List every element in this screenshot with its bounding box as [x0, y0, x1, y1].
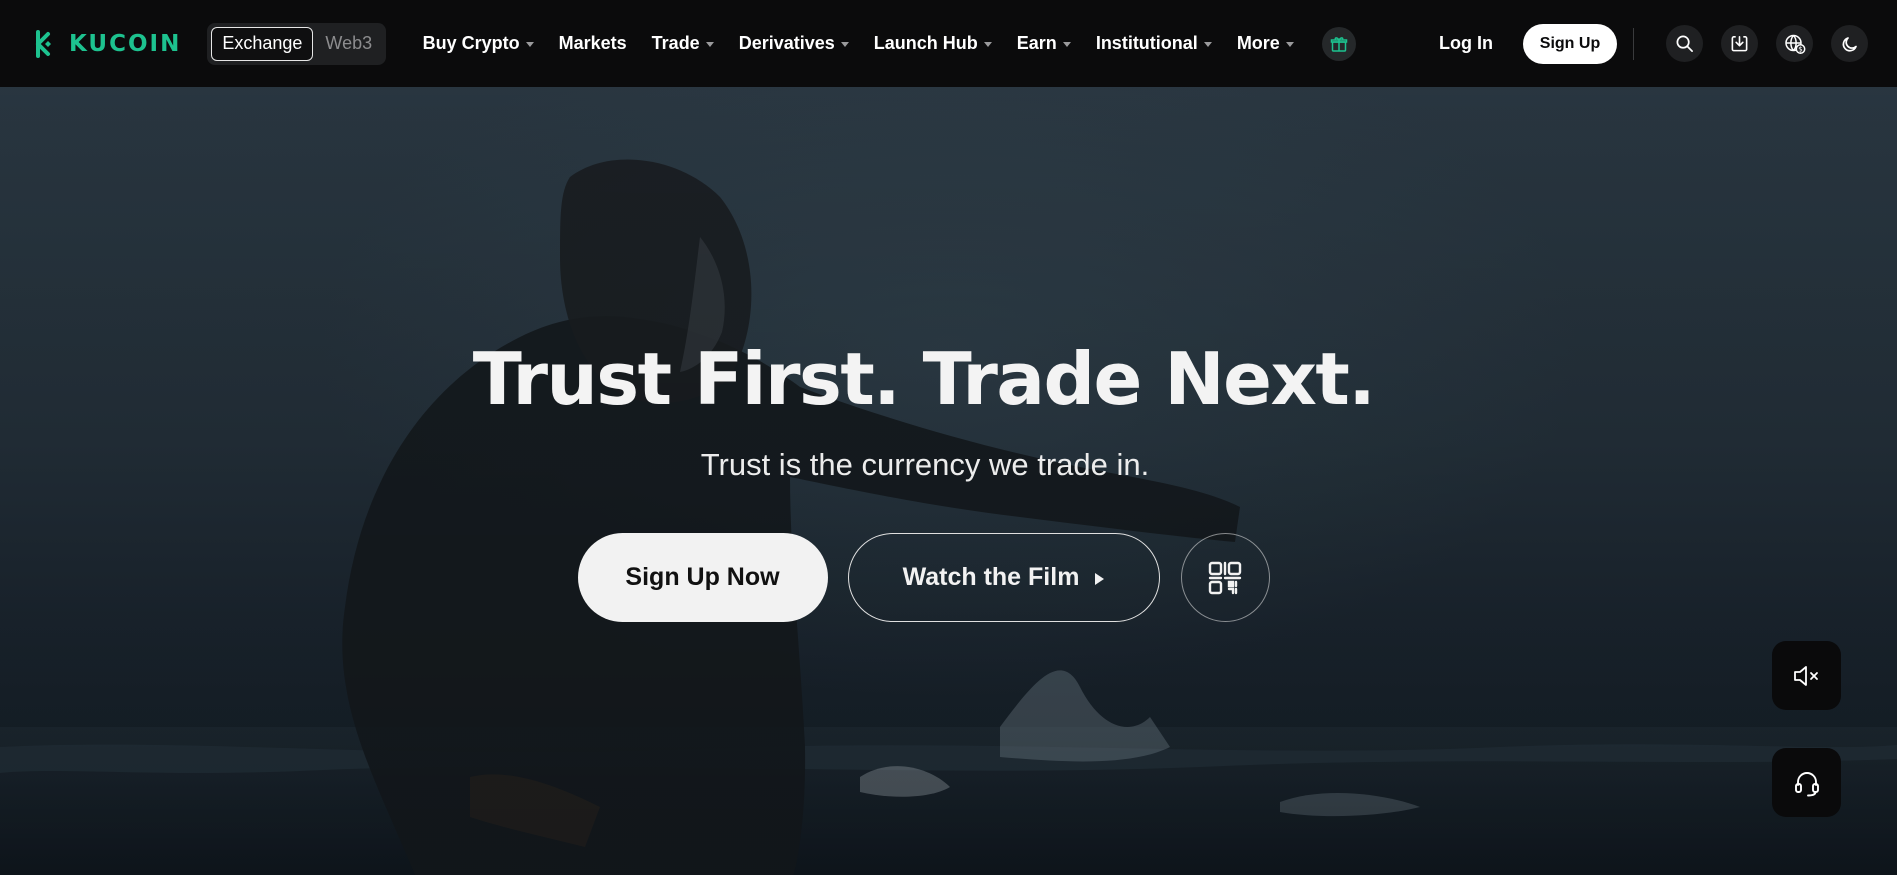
nav-trade[interactable]: Trade: [639, 0, 726, 87]
qr-code-icon: [1208, 561, 1242, 594]
mode-web3[interactable]: Web3: [315, 27, 382, 61]
nav-institutional[interactable]: Institutional: [1083, 0, 1224, 87]
nav-more[interactable]: More: [1224, 0, 1306, 87]
hero-content: Trust First. Trade Next. Trust is the cu…: [0, 337, 1897, 622]
nav-label: Markets: [558, 33, 627, 53]
download-icon: [1731, 36, 1748, 52]
nav-label: Derivatives: [738, 33, 835, 53]
moon-icon: [1842, 36, 1857, 52]
nav-buy-crypto[interactable]: Buy Crypto: [410, 0, 546, 87]
sign-up-now-button[interactable]: Sign Up Now: [577, 533, 828, 622]
nav-label: Trade: [651, 33, 700, 53]
theme-toggle-button[interactable]: [1831, 25, 1868, 62]
nav-divider: [1633, 27, 1634, 60]
main-nav: Buy Crypto Markets Trade Derivatives Lau…: [410, 0, 1357, 87]
chevron-down-icon: [840, 42, 849, 47]
watch-film-button[interactable]: Watch the Film: [847, 533, 1160, 622]
nav-label: Buy Crypto: [422, 33, 520, 53]
nav-label: Launch Hub: [873, 33, 978, 53]
nav-markets[interactable]: Markets: [546, 0, 639, 87]
exchange-web3-switch: Exchange Web3: [207, 22, 387, 65]
hero-actions: Sign Up Now Watch the Film: [577, 533, 1270, 622]
chevron-down-icon: [1203, 42, 1212, 47]
kucoin-logo-icon: [36, 29, 51, 58]
nav-label: Institutional: [1095, 33, 1198, 53]
nav-derivatives[interactable]: Derivatives: [726, 0, 861, 87]
globe-currency-icon: $: [1784, 34, 1805, 54]
hero-title: Trust First. Trade Next.: [472, 337, 1376, 421]
nav-right: Log In Sign Up $: [1439, 23, 1868, 64]
gift-button[interactable]: [1322, 26, 1357, 61]
nav-launch-hub[interactable]: Launch Hub: [861, 0, 1004, 87]
nav-earn[interactable]: Earn: [1004, 0, 1083, 87]
qr-code-button[interactable]: [1180, 533, 1270, 622]
chevron-down-icon: [525, 42, 534, 47]
download-button[interactable]: [1721, 25, 1758, 62]
headset-icon: [1794, 771, 1819, 796]
hero-section: Trust First. Trade Next. Trust is the cu…: [0, 87, 1897, 875]
mute-toggle-button[interactable]: [1772, 641, 1841, 710]
search-icon: [1676, 35, 1693, 52]
hero-subtitle: Trust is the currency we trade in.: [700, 447, 1150, 482]
signup-button[interactable]: Sign Up: [1523, 23, 1617, 64]
chevron-down-icon: [1062, 42, 1071, 47]
search-button[interactable]: [1666, 25, 1703, 62]
svg-text:$: $: [1798, 45, 1802, 53]
nav-label: More: [1236, 33, 1280, 53]
language-currency-button[interactable]: $: [1776, 25, 1813, 62]
speaker-muted-icon: [1793, 665, 1818, 686]
chevron-down-icon: [1285, 42, 1294, 47]
play-icon: [1095, 572, 1105, 585]
nav-label: Earn: [1016, 33, 1057, 53]
kucoin-logo[interactable]: KUCOIN: [29, 29, 181, 59]
chevron-down-icon: [705, 42, 714, 47]
mode-exchange[interactable]: Exchange: [211, 26, 314, 61]
top-navbar: KUCOIN Exchange Web3 Buy Crypto Markets …: [0, 0, 1897, 87]
watch-film-label: Watch the Film: [902, 563, 1080, 591]
login-link[interactable]: Log In: [1439, 33, 1493, 54]
chevron-down-icon: [983, 42, 992, 47]
gift-icon: [1331, 36, 1348, 52]
brand-name: KUCOIN: [69, 30, 182, 57]
support-chat-button[interactable]: [1772, 748, 1841, 817]
